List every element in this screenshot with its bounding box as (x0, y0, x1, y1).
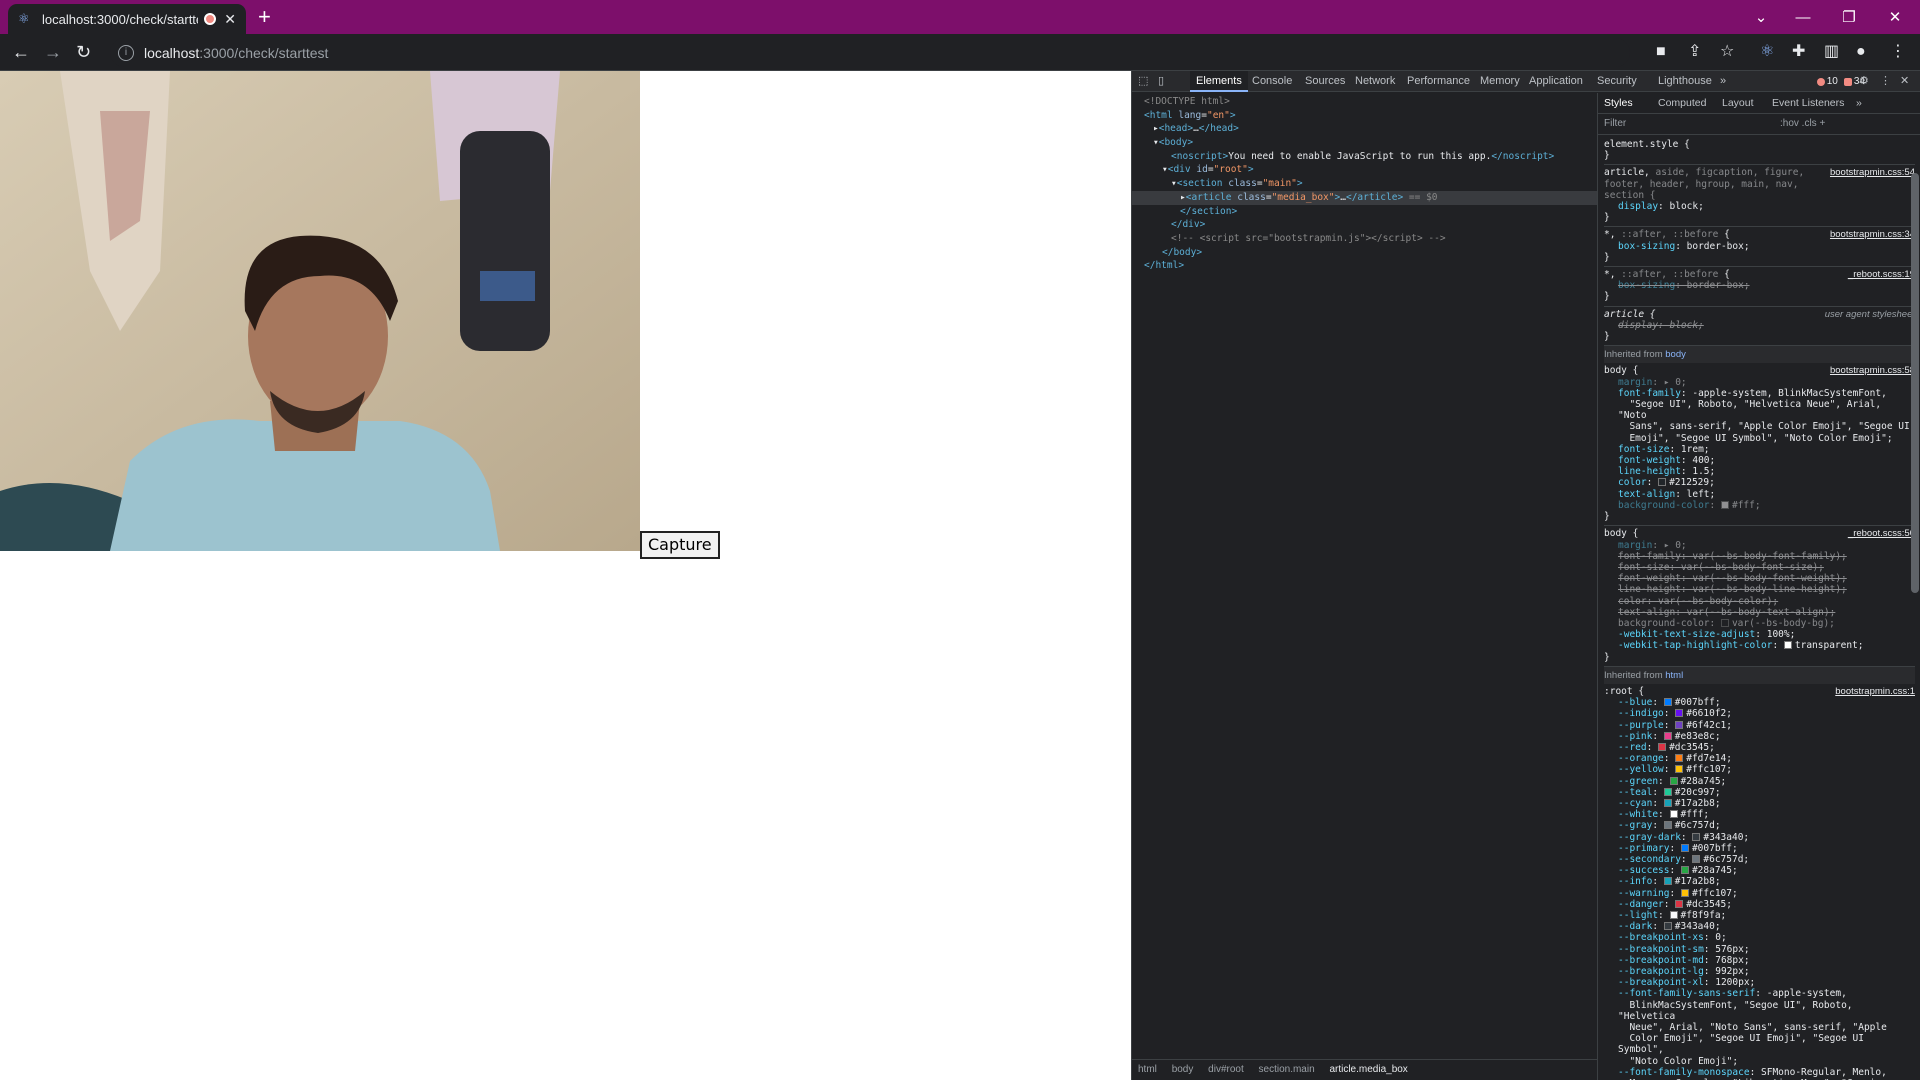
close-devtools-icon[interactable]: ✕ (1900, 71, 1909, 92)
rule-article: article, aside, figcaption, figure, boots… (1604, 165, 1915, 228)
dom-node-line[interactable]: ▸<head>…</head> (1132, 122, 1597, 136)
close-tab-icon[interactable]: ✕ (224, 11, 236, 28)
restore-icon[interactable]: ❐ (1834, 0, 1864, 34)
camera-icon[interactable]: ■ (1656, 43, 1666, 61)
error-count: 10 (1816, 76, 1838, 87)
filter-input[interactable]: Filter (1604, 118, 1626, 129)
more-panes-icon[interactable]: » (1856, 93, 1862, 114)
issue-counters[interactable]: 10 34 (1816, 73, 1865, 90)
more-tabs-icon[interactable]: » (1720, 71, 1726, 92)
address-bar[interactable]: i localhost:3000/check/starttest (110, 38, 1630, 67)
page-viewport: Capture (0, 71, 1131, 1080)
tab-lighthouse[interactable]: Lighthouse (1658, 71, 1712, 92)
dom-node-line[interactable]: </body> (1132, 246, 1597, 260)
webcam-frame-illustration (0, 71, 640, 551)
dom-node-line[interactable]: </div> (1132, 218, 1597, 232)
tab-performance[interactable]: Performance (1407, 71, 1470, 92)
devtools-tab-bar: ⬚ ▯ Elements Console Sources Network Per… (1132, 71, 1920, 92)
side-panel-icon[interactable]: ▥ (1824, 43, 1839, 61)
inherited-from-html: Inherited from html (1604, 666, 1915, 684)
share-icon[interactable]: ⇪ (1688, 43, 1701, 61)
webcam-video (0, 71, 640, 551)
react-icon: ⚛ (18, 11, 30, 26)
forward-icon[interactable]: → (44, 42, 62, 62)
minimize-icon[interactable]: — (1788, 0, 1818, 34)
breadcrumb-section[interactable]: section.main (1259, 1064, 1315, 1075)
breadcrumb-article[interactable]: article.media_box (1329, 1064, 1407, 1075)
dom-tree[interactable]: <!DOCTYPE html> <html lang="en"> ▸<head>…<… (1132, 93, 1597, 1055)
filter-tools[interactable]: :hov .cls + (1780, 114, 1825, 134)
styles-pane: Styles Computed Layout Event Listeners »… (1597, 93, 1920, 1080)
css-rules: element.style {} article, aside, figcapt… (1598, 135, 1920, 1080)
recording-indicator-icon (204, 13, 217, 25)
menu-icon[interactable]: ⋮ (1890, 43, 1906, 61)
dom-node-line[interactable]: <!-- <script src="bootstrapmin.js"></scr… (1132, 232, 1597, 246)
dom-node-line[interactable]: ▾<section class="main"> (1132, 177, 1597, 191)
tab-elements[interactable]: Elements (1190, 71, 1248, 92)
rule-user-agent: article {user agent stylesheet display: … (1604, 307, 1915, 347)
back-icon[interactable]: ← (12, 42, 30, 62)
styles-filter[interactable]: Filter :hov .cls + (1598, 114, 1920, 135)
browser-toolbar: ← → ↻ i localhost:3000/check/starttest ■… (0, 34, 1920, 71)
breadcrumb-root[interactable]: div#root (1208, 1064, 1244, 1075)
dom-node-line[interactable]: <html lang="en"> (1132, 109, 1597, 123)
rule-body-bootstrap: body {bootstrapmin.css:58 margin: ▸ 0; f… (1604, 363, 1915, 527)
breadcrumb-body[interactable]: body (1172, 1064, 1194, 1075)
device-toolbar-icon[interactable]: ▯ (1158, 71, 1164, 92)
profile-icon[interactable]: ● (1856, 43, 1866, 61)
settings-gear-icon[interactable]: ⚙ (1859, 71, 1869, 92)
tab-memory[interactable]: Memory (1480, 71, 1520, 92)
tab-event-listeners[interactable]: Event Listeners (1772, 93, 1844, 114)
close-window-icon[interactable]: ✕ (1880, 0, 1910, 34)
dom-node-line[interactable]: <noscript>You need to enable JavaScript … (1132, 150, 1597, 164)
dom-node-line[interactable]: ▾<div id="root"> (1132, 163, 1597, 177)
browser-tab[interactable]: ⚛ localhost:3000/check/startte ✕ (8, 4, 246, 34)
react-devtools-icon[interactable]: ⚛ (1760, 43, 1774, 61)
site-info-icon[interactable]: i (118, 44, 134, 61)
breadcrumb: html body div#root section.main article.… (1132, 1059, 1597, 1080)
tab-security[interactable]: Security (1597, 71, 1637, 92)
tab-network[interactable]: Network (1355, 71, 1395, 92)
tab-computed[interactable]: Computed (1658, 93, 1706, 114)
rule-root: :root {bootstrapmin.css:1 --blue: #007bf… (1604, 684, 1915, 1080)
url-host: localhost (144, 44, 200, 61)
devtools-panel: ⬚ ▯ Elements Console Sources Network Per… (1131, 71, 1920, 1080)
error-icon (1816, 77, 1825, 86)
tab-search-icon[interactable]: ⌄ (1746, 0, 1776, 34)
reload-icon[interactable]: ↻ (76, 42, 91, 62)
breadcrumb-html[interactable]: html (1138, 1064, 1157, 1075)
rule-universal: *, ::after, ::before {bootstrapmin.css:3… (1604, 227, 1915, 268)
tab-styles[interactable]: Styles (1604, 93, 1633, 114)
rule-element-style: element.style {} (1604, 137, 1915, 166)
tab-layout[interactable]: Layout (1722, 93, 1754, 114)
dom-node-line[interactable]: </section> (1132, 205, 1597, 219)
inspect-element-icon[interactable]: ⬚ (1138, 71, 1148, 92)
bookmark-star-icon[interactable]: ☆ (1720, 43, 1734, 61)
capture-button[interactable]: Capture (640, 531, 720, 559)
extensions-icon[interactable]: ✚ (1792, 43, 1805, 61)
tab-application[interactable]: Application (1529, 71, 1583, 92)
tab-sources[interactable]: Sources (1305, 71, 1345, 92)
rule-reboot-universal: *, ::after, ::before {_reboot.scss:19 bo… (1604, 267, 1915, 307)
more-options-icon[interactable]: ⋮ (1880, 71, 1891, 92)
tab-title: localhost:3000/check/startte (42, 11, 199, 27)
styles-scrollbar[interactable] (1911, 173, 1919, 593)
dom-node-line[interactable]: <!DOCTYPE html> (1132, 95, 1597, 109)
dom-node-line[interactable]: </html> (1132, 259, 1597, 273)
styles-tab-bar: Styles Computed Layout Event Listeners » (1598, 93, 1920, 114)
dom-node-line[interactable]: ▾<body> (1132, 136, 1597, 150)
rule-body-reboot: body {_reboot.scss:50 margin: ▸ 0; font-… (1604, 526, 1915, 667)
new-tab-button[interactable]: + (258, 5, 271, 29)
tab-strip: ⚛ localhost:3000/check/startte ✕ + ⌄ — ❐… (0, 0, 1920, 34)
tab-console[interactable]: Console (1252, 71, 1292, 92)
inherited-from-body: Inherited from body (1604, 346, 1915, 364)
url-path: :3000/check/starttest (199, 44, 329, 61)
dom-node-line[interactable]: ▸<article class="media_box">…</article> … (1132, 190, 1597, 205)
warning-icon (1843, 77, 1852, 86)
